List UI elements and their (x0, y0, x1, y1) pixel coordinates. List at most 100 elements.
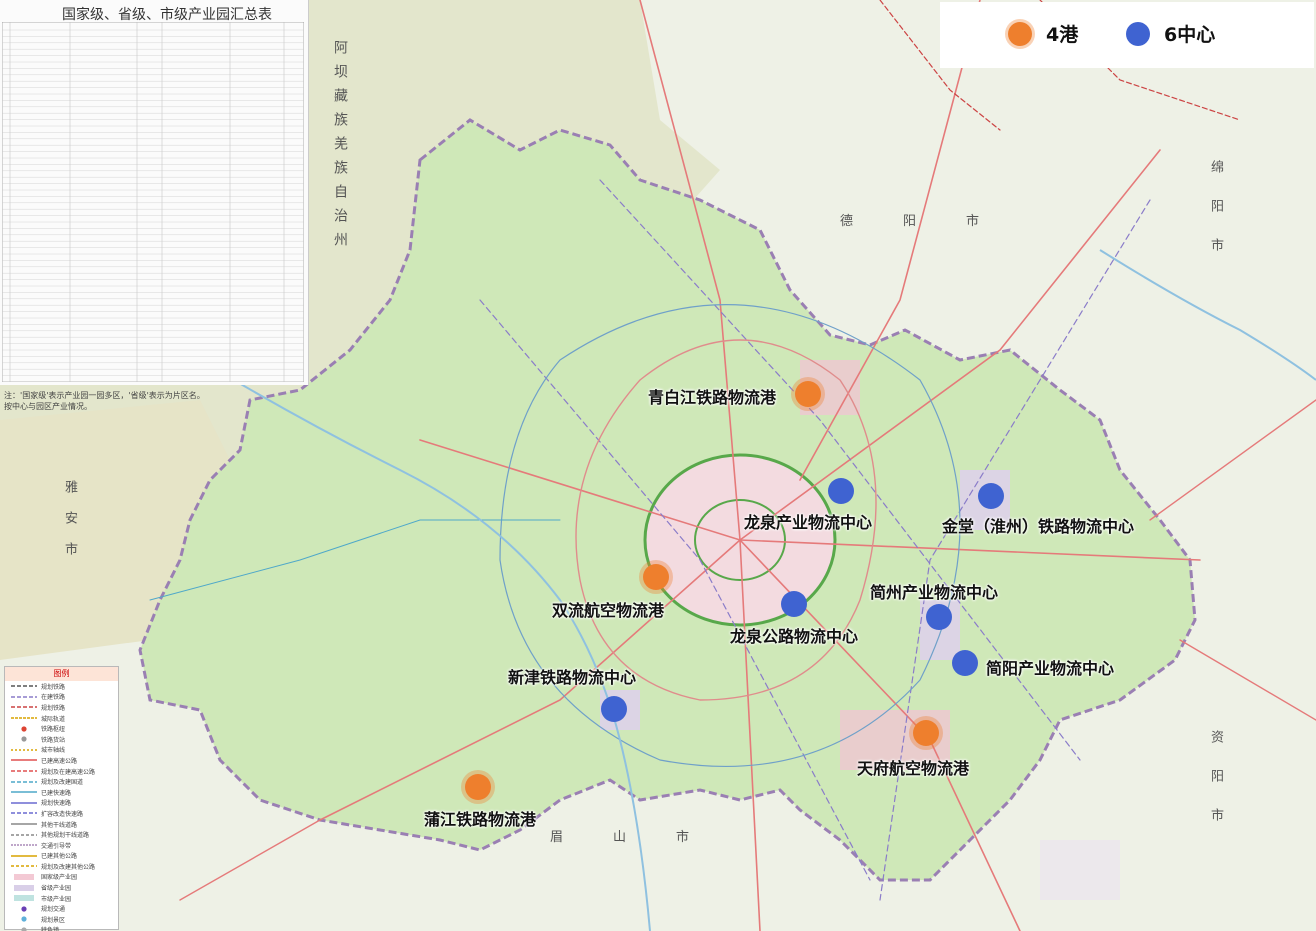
map-legend-item: 市级产业园 (5, 893, 118, 904)
map-legend-label: 规划景区 (41, 916, 66, 924)
map-legend-item: 已建高速公路 (5, 755, 118, 766)
port-marker-tianfu[interactable] (913, 720, 939, 746)
legend-symbol-icon (11, 706, 37, 709)
map-legend-item: 国家级产业园 (5, 872, 118, 883)
map-legend-item: 已建其他公路 (5, 851, 118, 862)
legend-symbol-icon (11, 749, 37, 751)
map-legend-label: 在建铁路 (41, 694, 66, 702)
map-legend-label: 城际轨道 (41, 715, 66, 723)
center-label-jianzhou: 简州产业物流中心 (870, 583, 999, 602)
table-note: 注：'国家级'表示产业园一园多区，'省级'表示为片区名。 按中心与园区产业情况。 (4, 391, 205, 411)
map-legend-label: 扩容改造快速路 (41, 810, 84, 818)
map-legend-item: 规划快速路 (5, 798, 118, 809)
region-deyang: 德阳市 (840, 214, 1030, 229)
table-grid (2, 22, 304, 382)
center-marker-jianyang[interactable] (952, 650, 978, 676)
port-label-tianfu: 天府航空物流港 (857, 759, 970, 778)
center-label-longquan-highway: 龙泉公路物流中心 (730, 627, 859, 646)
map-legend-label: 规划快速路 (41, 800, 72, 808)
center-marker-longquan-industry[interactable] (828, 478, 854, 504)
legend-symbol-icon (11, 833, 37, 836)
map-legend-item: 在建铁路 (5, 692, 118, 703)
legend-symbol-icon (11, 823, 37, 825)
map-legend-label: 国家级产业园 (41, 874, 78, 882)
legend-symbol-icon (21, 916, 27, 922)
map-legend: 图例 规划铁路 在建铁路 规划铁路 城际轨道 铁路枢纽 铁路货站 城市轴线 已建高速公路 规划及… (4, 666, 119, 931)
map-legend-item: 铁路枢纽 (5, 723, 118, 734)
region-aba: 阿坝藏族羌族自治州 (332, 40, 348, 256)
legend-symbol-icon (21, 726, 27, 732)
map-legend-item: 规划景区 (5, 914, 118, 925)
legend-symbol-icon (11, 802, 37, 804)
legend-symbol-icon (14, 873, 34, 880)
map-legend-label: 已建其他公路 (41, 853, 78, 861)
map-legend-label: 规划铁路 (41, 704, 66, 712)
legend-item-centers: 6中心 (1126, 20, 1215, 47)
blue-dot-icon (1126, 21, 1150, 46)
map-legend-item: 规划铁路 (5, 702, 118, 713)
region-meishan: 眉山市 (550, 830, 740, 845)
legend-symbol-icon (11, 855, 37, 857)
center-marker-jianzhou[interactable] (926, 604, 952, 630)
port-label-shuangliu: 双流航空物流港 (552, 601, 665, 620)
map-legend-label: 市级产业园 (41, 895, 72, 903)
industrial-park-table: 国家级、省级、市级产业园汇总表 (0, 0, 309, 385)
map-legend-item: 其他规划干线道路 (5, 829, 118, 840)
region-yaan: 雅安市 (62, 480, 77, 573)
map-legend-item: 已建快速路 (5, 787, 118, 798)
legend-symbol-icon (11, 812, 37, 815)
legend-symbol-icon (11, 759, 37, 762)
center-label-jianyang: 简阳产业物流中心 (986, 659, 1115, 678)
legend-symbol-icon (11, 717, 37, 719)
map-legend-item: 扩容改造快速路 (5, 808, 118, 819)
legend-ports-label: 4港 (1046, 24, 1079, 46)
map-legend-item: 规划及改建其他公路 (5, 861, 118, 872)
map-legend-label: 其他规划干线道路 (41, 832, 90, 840)
map-legend-title: 图例 (5, 667, 118, 681)
orange-dot-icon (1008, 21, 1032, 46)
map-legend-item: 省级产业园 (5, 882, 118, 893)
legend-panel: 4港 6中心 (940, 2, 1314, 68)
map-legend-label: 省级产业园 (41, 885, 72, 893)
map-legend-label: 规划及在建高速公路 (41, 768, 96, 776)
map-legend-item: 规划及在建高速公路 (5, 766, 118, 777)
legend-symbol-icon (11, 780, 37, 783)
center-marker-xinjin[interactable] (601, 696, 627, 722)
map-legend-item: 城市轴线 (5, 745, 118, 756)
map-stage: 国家级、省级、市级产业园汇总表 注：'国家级'表示产业园一园多区，'省级'表示为… (0, 0, 1316, 931)
map-legend-label: 规划铁路 (41, 683, 66, 691)
legend-symbol-icon (11, 791, 37, 793)
legend-symbol-icon (11, 844, 37, 846)
legend-item-ports: 4港 (1008, 20, 1078, 47)
port-marker-pujiang[interactable] (465, 774, 491, 800)
center-label-jintang: 金堂（淮州）铁路物流中心 (942, 517, 1135, 536)
center-marker-jintang[interactable] (978, 483, 1004, 509)
center-label-longquan-industry: 龙泉产业物流中心 (744, 513, 873, 532)
map-legend-label: 铁路枢纽 (41, 726, 66, 734)
legend-symbol-icon (11, 685, 37, 688)
map-legend-label: 已建快速路 (41, 789, 72, 797)
map-legend-item: 铁路货站 (5, 734, 118, 745)
port-label-pujiang: 蒲江铁路物流港 (424, 810, 537, 829)
legend-symbol-icon (21, 736, 27, 742)
legend-symbol-icon (14, 884, 34, 891)
legend-symbol-icon (11, 770, 37, 772)
map-legend-label: 规划及改建其他公路 (41, 863, 96, 871)
map-legend-rows: 规划铁路 在建铁路 规划铁路 城际轨道 铁路枢纽 铁路货站 城市轴线 已建高速公路 规划及在建高… (5, 681, 118, 931)
legend-symbol-icon (11, 865, 37, 868)
legend-centers-label: 6中心 (1164, 24, 1216, 46)
map-legend-label: 其他干线道路 (41, 821, 78, 829)
legend-symbol-icon (11, 696, 37, 698)
map-legend-item: 规划交通 (5, 903, 118, 914)
map-legend-item: 规划铁路 (5, 681, 118, 692)
map-legend-label: 特色镇 (41, 927, 60, 931)
table-title: 国家级、省级、市级产业园汇总表 (62, 7, 272, 23)
map-legend-item: 特色镇 (5, 925, 118, 931)
center-marker-longquan-highway[interactable] (781, 591, 807, 617)
port-marker-shuangliu[interactable] (643, 564, 669, 590)
map-legend-item: 规划及改建国道 (5, 776, 118, 787)
map-legend-item: 城际轨道 (5, 713, 118, 724)
legend-symbol-icon (14, 895, 34, 902)
region-mianyang: 绵阳市 (1208, 160, 1223, 277)
port-marker-qingbaijiang[interactable] (795, 381, 821, 407)
